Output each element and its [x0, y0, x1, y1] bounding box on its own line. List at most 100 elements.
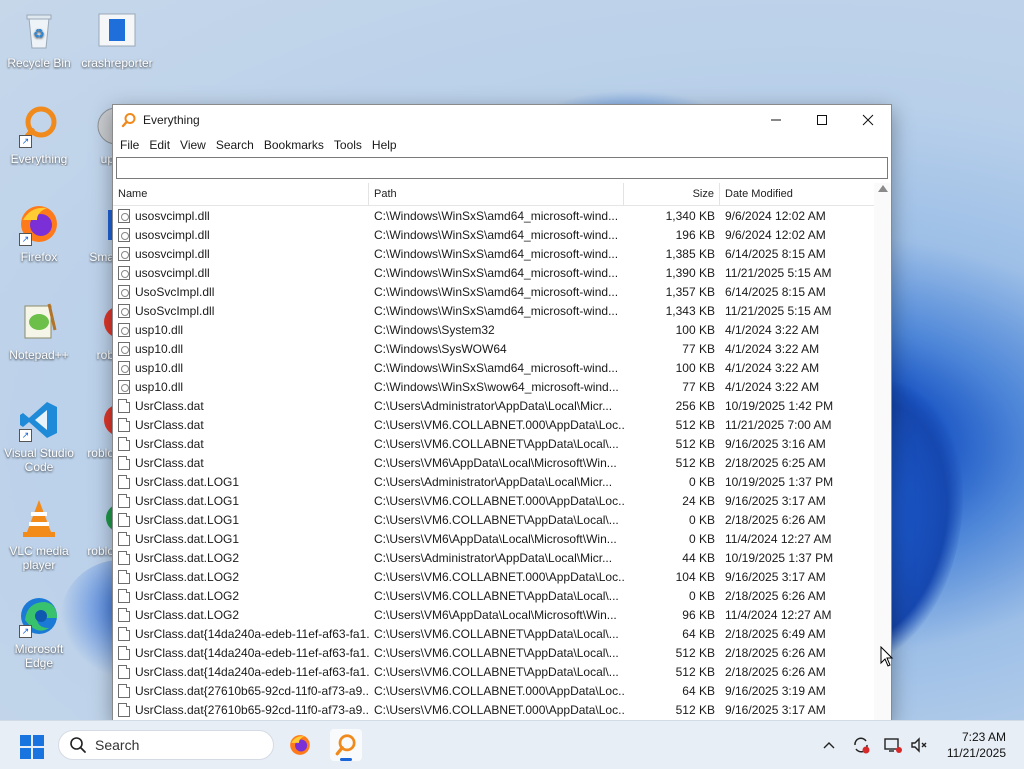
desktop-icon-sma[interactable]: Sma — [80, 202, 122, 264]
table-row[interactable]: UsrClass.dat.LOG1 C:\Users\Administrator\… — [113, 472, 874, 491]
cell-size: 512 KB — [675, 702, 715, 717]
menu-edit[interactable]: Edit — [144, 135, 175, 155]
desktop-icon-vscode[interactable]: ↗ Visual Studio Code — [2, 398, 76, 474]
table-row[interactable]: UsrClass.dat{14da240a-edeb-11ef-af63-fa1… — [113, 643, 874, 662]
table-row[interactable]: UsrClass.dat{27610b65-92cd-11f0-af73-a9.… — [113, 681, 874, 700]
table-row[interactable]: usosvcimpl.dll C:\Windows\WinSxS\amd64_mi… — [113, 206, 874, 225]
table-row[interactable]: UsrClass.dat.LOG2 C:\Users\VM6\AppData\Lo… — [113, 605, 874, 624]
data-file-icon — [118, 664, 130, 679]
cell-path: C:\Users\VM6\AppData\Local\Microsoft\Win… — [374, 607, 617, 622]
table-row[interactable]: UsrClass.dat.LOG2 C:\Users\VM6.COLLABNET\… — [113, 586, 874, 605]
cell-path: C:\Users\VM6\AppData\Local\Microsoft\Win… — [374, 531, 617, 546]
cell-date-modified: 10/19/2025 1:37 PM — [725, 550, 834, 565]
column-header-name[interactable]: Name — [113, 183, 369, 205]
menu-view[interactable]: View — [175, 135, 211, 155]
table-row[interactable]: usosvcimpl.dll C:\Windows\WinSxS\amd64_mi… — [113, 244, 874, 263]
desktop-icon-label: Microsoft Edge — [14, 642, 64, 670]
menu-tools[interactable]: Tools — [329, 135, 367, 155]
cell-size: 0 KB — [688, 512, 715, 527]
desktop-icon-everything[interactable]: ↗ Everything — [2, 104, 76, 166]
taskbar-everything[interactable] — [330, 729, 362, 761]
menu-search[interactable]: Search — [211, 135, 259, 155]
menu-help[interactable]: Help — [367, 135, 402, 155]
table-row[interactable]: UsrClass.dat C:\Users\VM6.COLLABNET.000\A… — [113, 415, 874, 434]
column-header-path[interactable]: Path — [369, 183, 624, 205]
table-row[interactable]: UsrClass.dat{27610b65-92cd-11f0-af73-a9.… — [113, 700, 874, 719]
desktop-icon-recycle-bin[interactable]: ♻ Recycle Bin — [2, 8, 76, 70]
desktop-icon-crashreporter[interactable]: crashreporter — [80, 8, 154, 70]
column-header-date-modified[interactable]: Date Modified — [720, 183, 874, 205]
desktop-icon-up[interactable]: up — [80, 104, 135, 166]
cell-path: C:\Windows\SysWOW64 — [374, 341, 507, 356]
data-file-icon — [118, 512, 130, 527]
desktop-icon-label: VLC media player — [9, 544, 69, 572]
cell-path: C:\Users\VM6.COLLABNET.000\AppData\Loc..… — [374, 702, 624, 717]
menu-file[interactable]: File — [115, 135, 144, 155]
table-row[interactable]: UsrClass.dat C:\Users\VM6\AppData\Local\M… — [113, 453, 874, 472]
table-row[interactable]: UsrClass.dat.LOG2 C:\Users\VM6.COLLABNET.… — [113, 567, 874, 586]
cell-name: UsrClass.dat{27610b65-92cd-11f0-af73-a9.… — [113, 702, 369, 717]
cell-date-modified: 4/1/2024 3:22 AM — [725, 360, 820, 375]
cell-path: C:\Users\VM6.COLLABNET\AppData\Local\... — [374, 626, 619, 641]
table-row[interactable]: UsrClass.dat C:\Users\VM6.COLLABNET\AppDa… — [113, 434, 874, 453]
desktop-icon-rob[interactable]: rob — [80, 300, 137, 362]
dll-file-icon — [118, 208, 130, 223]
minimize-button[interactable] — [753, 105, 799, 135]
desktop-icon-vlc[interactable]: VLC media player — [2, 496, 76, 572]
file-name: UsrClass.dat.LOG1 — [135, 531, 240, 546]
cell-date-modified: 11/21/2025 5:15 AM — [725, 303, 832, 318]
close-button[interactable] — [845, 105, 891, 135]
table-row[interactable]: UsoSvcImpl.dll C:\Windows\WinSxS\amd64_mi… — [113, 301, 874, 320]
table-row[interactable]: usosvcimpl.dll C:\Windows\WinSxS\amd64_mi… — [113, 225, 874, 244]
cell-date-modified: 2/18/2025 6:26 AM — [725, 588, 826, 603]
vertical-scrollbar[interactable] — [874, 183, 891, 721]
file-name: usosvcimpl.dll — [135, 246, 210, 261]
column-header-size[interactable]: Size — [624, 183, 720, 205]
table-row[interactable]: usosvcimpl.dll C:\Windows\WinSxS\amd64_mi… — [113, 263, 874, 282]
title-bar[interactable]: Everything — [113, 105, 891, 135]
table-row[interactable]: usp10.dll C:\Windows\System32 100 KB 4/1/20… — [113, 320, 874, 339]
cell-name: UsrClass.dat{14da240a-edeb-11ef-af63-fa1… — [113, 626, 369, 641]
table-row[interactable]: usp10.dll C:\Windows\WinSxS\wow64_microso… — [113, 377, 874, 396]
table-row[interactable]: UsrClass.dat.LOG1 C:\Users\VM6.COLLABNET\… — [113, 510, 874, 529]
start-button[interactable] — [20, 735, 44, 759]
desktop-icon-edge[interactable]: ↗ Microsoft Edge — [2, 594, 76, 670]
cell-date-modified: 2/18/2025 6:26 AM — [725, 512, 826, 527]
cell-path: C:\Users\VM6.COLLABNET\AppData\Local\... — [374, 645, 619, 660]
table-row[interactable]: usp10.dll C:\Windows\SysWOW64 77 KB 4/1/202… — [113, 339, 874, 358]
taskbar-search-box[interactable]: Search — [58, 730, 274, 760]
show-hidden-icons-button[interactable] — [820, 735, 838, 755]
menu-bookmarks[interactable]: Bookmarks — [259, 135, 329, 155]
taskbar-firefox[interactable] — [284, 729, 316, 761]
data-file-icon — [118, 493, 130, 508]
table-row[interactable]: UsrClass.dat{14da240a-edeb-11ef-af63-fa1… — [113, 662, 874, 681]
crashreporter-icon — [95, 8, 139, 52]
cell-date-modified: 9/6/2024 12:02 AM — [725, 227, 826, 242]
table-row[interactable]: UsrClass.dat C:\Users\Administrator\AppDa… — [113, 396, 874, 415]
column-header-row: Name Path Size Date Modified — [113, 183, 874, 206]
tray-network-button[interactable] — [882, 735, 904, 755]
desktop-icon-firefox[interactable]: ↗ Firefox — [2, 202, 76, 264]
taskbar-clock[interactable]: 7:23 AM 11/21/2025 — [947, 729, 1006, 761]
scroll-up-arrow-icon[interactable] — [878, 185, 888, 192]
cell-date-modified: 9/16/2025 3:17 AM — [725, 702, 826, 717]
table-row[interactable]: UsrClass.dat.LOG2 C:\Users\Administrator\… — [113, 548, 874, 567]
desktop-icon-roblo-2[interactable]: roblo — [80, 496, 134, 558]
table-row[interactable]: UsoSvcImpl.dll C:\Windows\WinSxS\amd64_mi… — [113, 282, 874, 301]
desktop-icon-notepadpp[interactable]: Notepad++ — [2, 300, 76, 362]
cell-name: UsrClass.dat — [113, 417, 369, 432]
tray-volume-button[interactable] — [908, 735, 930, 755]
table-row[interactable]: UsrClass.dat.LOG1 C:\Users\VM6.COLLABNET.… — [113, 491, 874, 510]
table-row[interactable]: UsrClass.dat.LOG1 C:\Users\VM6\AppData\Lo… — [113, 529, 874, 548]
cell-size: 196 KB — [675, 227, 715, 242]
table-row[interactable]: UsrClass.dat{14da240a-edeb-11ef-af63-fa1… — [113, 624, 874, 643]
results-list: Name Path Size Date Modified usosvcimpl.… — [113, 183, 891, 721]
table-row[interactable]: usp10.dll C:\Windows\WinSxS\amd64_microso… — [113, 358, 874, 377]
search-input[interactable] — [116, 157, 888, 179]
cell-name: usp10.dll — [113, 360, 369, 375]
data-file-icon — [118, 417, 130, 432]
maximize-button[interactable] — [799, 105, 845, 135]
tray-update-button[interactable] — [850, 735, 872, 755]
everything-search-icon — [335, 734, 356, 756]
desktop-icon-roblo[interactable]: roblo — [80, 398, 137, 460]
